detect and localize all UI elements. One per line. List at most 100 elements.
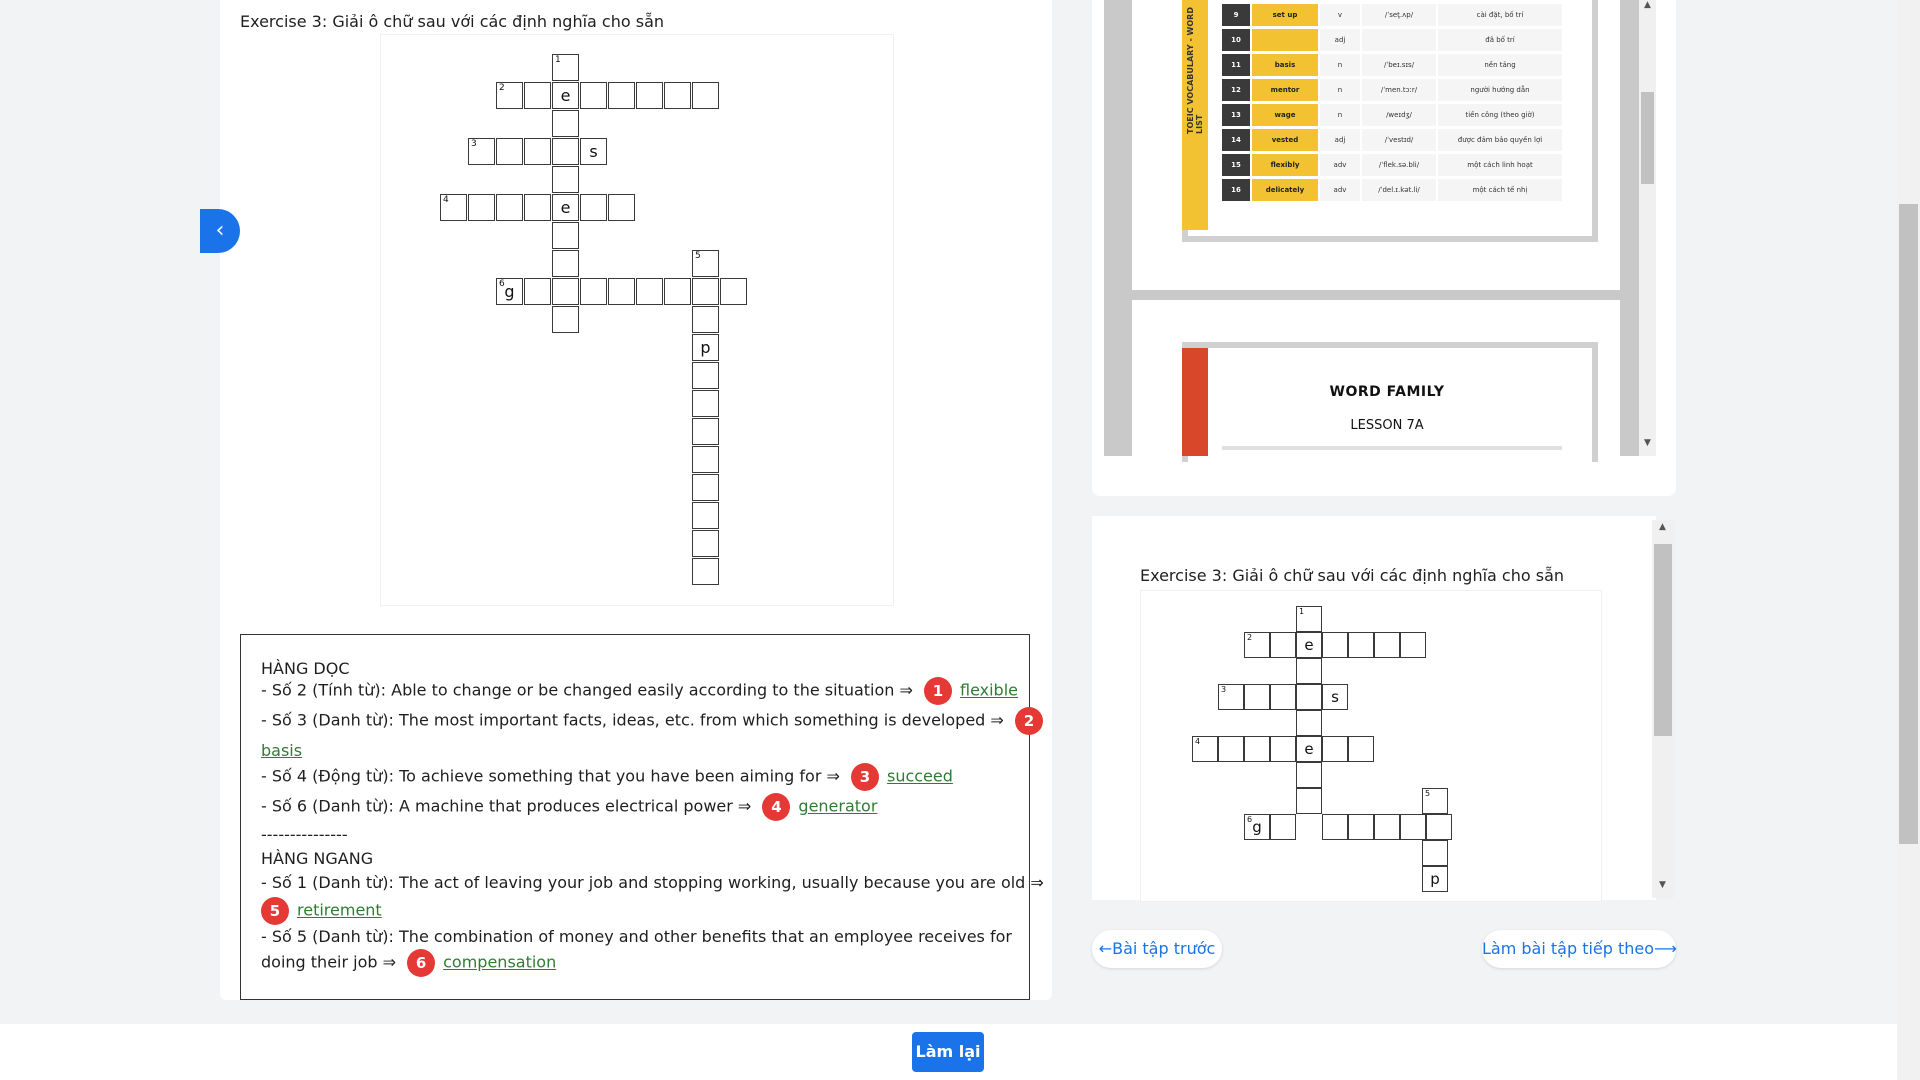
crossword-cell[interactable] (1296, 788, 1322, 814)
crossword-cell[interactable] (580, 194, 607, 221)
crossword-cell[interactable]: e (1296, 736, 1322, 762)
crossword-cell[interactable] (1244, 684, 1270, 710)
clue-number: 1 (555, 55, 561, 65)
crossword-cell[interactable]: 6g (1244, 814, 1270, 840)
crossword-cell[interactable]: s (1322, 684, 1348, 710)
crossword-cell[interactable]: 1 (1296, 606, 1322, 632)
crossword-cell[interactable] (608, 278, 635, 305)
crossword-cell[interactable]: 1 (552, 54, 579, 81)
crossword-cell[interactable] (720, 278, 747, 305)
crossword-cell[interactable]: e (552, 82, 579, 109)
crossword-cell[interactable] (1244, 736, 1270, 762)
crossword-cell[interactable] (608, 82, 635, 109)
crossword-cell[interactable]: 5 (692, 250, 719, 277)
crossword-cell[interactable] (552, 250, 579, 277)
crossword-cell[interactable] (1270, 632, 1296, 658)
crossword-cell[interactable] (552, 110, 579, 137)
preview-scroll-thumb[interactable] (1654, 544, 1672, 736)
crossword-cell[interactable] (524, 194, 551, 221)
crossword-cell[interactable]: s (580, 138, 607, 165)
crossword-cell[interactable]: e (1296, 632, 1322, 658)
crossword-cell[interactable] (664, 278, 691, 305)
crossword-cell[interactable] (1296, 684, 1322, 710)
crossword-cell[interactable] (1422, 840, 1448, 866)
crossword-cell[interactable] (524, 82, 551, 109)
crossword-cell[interactable] (1374, 632, 1400, 658)
vocab-cell-m: tiền công (theo giờ) (1438, 104, 1562, 126)
crossword-cell[interactable]: 5 (1422, 788, 1448, 814)
crossword-cell[interactable]: e (552, 194, 579, 221)
scroll-down-icon[interactable]: ▼ (1639, 438, 1656, 448)
crossword-cell[interactable] (692, 474, 719, 501)
answer-link[interactable]: generator (798, 797, 877, 816)
crossword-cell[interactable]: 3 (1218, 684, 1244, 710)
crossword-cell[interactable] (692, 446, 719, 473)
crossword-cell[interactable] (468, 194, 495, 221)
crossword-cell[interactable] (1400, 814, 1426, 840)
crossword-cell[interactable] (496, 194, 523, 221)
crossword-cell[interactable] (664, 82, 691, 109)
crossword-cell[interactable] (1348, 632, 1374, 658)
next-exercise-button[interactable]: Làm bài tập tiếp theo⟶ (1482, 930, 1677, 968)
crossword-cell[interactable] (1296, 658, 1322, 684)
crossword-cell[interactable] (552, 306, 579, 333)
crossword-cell[interactable] (692, 418, 719, 445)
crossword-cell[interactable] (1270, 684, 1296, 710)
crossword-cell[interactable] (1296, 710, 1322, 736)
crossword-cell[interactable] (692, 306, 719, 333)
crossword-cell[interactable] (552, 222, 579, 249)
crossword-cell[interactable]: 4 (440, 194, 467, 221)
crossword-cell[interactable] (692, 82, 719, 109)
crossword-cell[interactable] (524, 138, 551, 165)
crossword-cell[interactable]: 6g (496, 278, 523, 305)
redo-button[interactable]: Làm lại (912, 1032, 984, 1072)
pdf-scrollbar[interactable] (1639, 0, 1656, 456)
crossword-cell[interactable]: p (692, 334, 719, 361)
crossword-cell[interactable] (1322, 814, 1348, 840)
crossword-cell[interactable] (552, 278, 579, 305)
crossword-cell[interactable] (692, 362, 719, 389)
crossword-cell[interactable] (1322, 632, 1348, 658)
crossword-cell[interactable] (1270, 736, 1296, 762)
crossword-cell[interactable] (636, 278, 663, 305)
crossword-cell[interactable] (1374, 814, 1400, 840)
answer-link[interactable]: basis (261, 741, 302, 760)
crossword-cell[interactable] (496, 138, 523, 165)
crossword-cell[interactable] (692, 390, 719, 417)
answer-link[interactable]: flexible (960, 681, 1018, 700)
scroll-down-icon[interactable]: ▼ (1654, 880, 1671, 890)
pdf-scroll-thumb[interactable] (1641, 92, 1654, 184)
crossword-cell[interactable] (552, 166, 579, 193)
scroll-up-icon[interactable]: ▲ (1639, 0, 1656, 10)
answer-link[interactable]: compensation (443, 953, 556, 972)
crossword-cell[interactable] (1322, 736, 1348, 762)
vocab-cell-t: n (1320, 54, 1360, 76)
crossword-cell[interactable]: 2 (496, 82, 523, 109)
crossword-cell[interactable] (1426, 814, 1452, 840)
crossword-cell[interactable]: 2 (1244, 632, 1270, 658)
crossword-cell[interactable] (692, 558, 719, 585)
answer-link[interactable]: succeed (887, 767, 953, 786)
crossword-cell[interactable] (692, 502, 719, 529)
page-scroll-thumb[interactable] (1899, 204, 1918, 844)
crossword-cell[interactable] (552, 138, 579, 165)
crossword-cell[interactable] (1270, 814, 1296, 840)
previous-exercise-button[interactable]: ←Bài tập trước (1092, 930, 1222, 968)
crossword-cell[interactable]: 3 (468, 138, 495, 165)
crossword-cell[interactable] (1296, 762, 1322, 788)
crossword-cell[interactable]: p (1422, 866, 1448, 892)
crossword-cell[interactable] (580, 82, 607, 109)
crossword-cell[interactable] (608, 194, 635, 221)
crossword-cell[interactable] (1218, 736, 1244, 762)
crossword-cell[interactable]: 4 (1192, 736, 1218, 762)
crossword-cell[interactable] (580, 278, 607, 305)
crossword-cell[interactable] (524, 278, 551, 305)
crossword-cell[interactable] (1348, 814, 1374, 840)
crossword-cell[interactable] (692, 278, 719, 305)
crossword-cell[interactable] (692, 530, 719, 557)
crossword-cell[interactable] (1348, 736, 1374, 762)
answer-link[interactable]: retirement (297, 901, 382, 920)
crossword-cell[interactable] (1400, 632, 1426, 658)
crossword-cell[interactable] (636, 82, 663, 109)
scroll-up-icon[interactable]: ▲ (1654, 522, 1671, 532)
